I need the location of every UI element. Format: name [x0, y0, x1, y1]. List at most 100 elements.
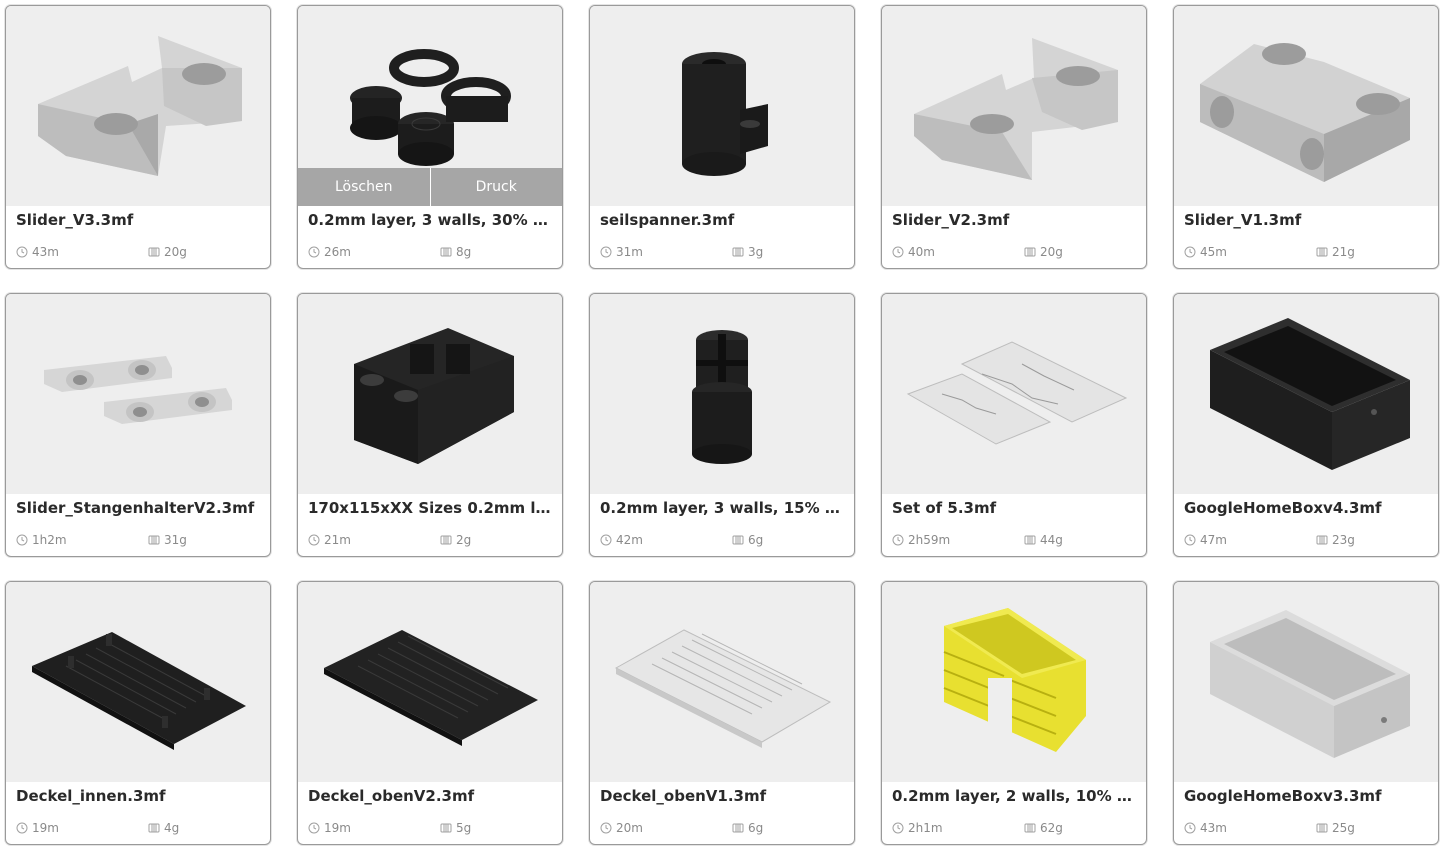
clock-icon	[308, 246, 320, 258]
print-time: 26m	[308, 245, 351, 259]
filament-weight-value: 20g	[1040, 245, 1063, 259]
print-time-value: 31m	[616, 245, 643, 259]
print-time-value: 2h1m	[908, 821, 943, 835]
model-thumbnail	[6, 294, 270, 494]
model-thumbnail	[6, 6, 270, 206]
filament-weight-value: 3g	[748, 245, 764, 259]
project-card[interactable]: GoogleHomeBoxv3.3mf 43m 25g	[1173, 581, 1439, 845]
model-thumbnail	[590, 582, 854, 782]
project-card[interactable]: Deckel_innen.3mf 19m 4g	[5, 581, 271, 845]
project-title: Slider_V2.3mf	[892, 211, 1010, 229]
filament-weight: 3g	[732, 245, 763, 259]
filament-weight-value: 25g	[1332, 821, 1355, 835]
filament-weight-value: 31g	[164, 533, 187, 547]
clock-icon	[600, 534, 612, 546]
filament-weight: 8g	[440, 245, 471, 259]
print-time-value: 45m	[1200, 245, 1227, 259]
filament-weight-icon	[1316, 247, 1328, 257]
print-time: 21m	[308, 533, 351, 547]
filament-weight: 4g	[148, 821, 179, 835]
project-card[interactable]: 170x115xXX Sizes 0.2mm laye… 21m 2g	[297, 293, 563, 557]
project-card[interactable]: Slider_V2.3mf 40m 20g	[881, 5, 1147, 269]
project-title: seilspanner.3mf	[600, 211, 735, 229]
print-time: 43m	[16, 245, 59, 259]
project-card[interactable]: 0.2mm layer, 3 walls, 15% infill… 42m 6g	[589, 293, 855, 557]
model-thumbnail	[1174, 582, 1438, 782]
project-card[interactable]: Deckel_obenV1.3mf 20m 6g	[589, 581, 855, 845]
project-card[interactable]: Deckel_obenV2.3mf 19m 5g	[297, 581, 563, 845]
project-card[interactable]: Löschen Druck 0.2mm layer, 3 walls, 30% …	[297, 5, 563, 269]
project-card[interactable]: seilspanner.3mf 31m 3g	[589, 5, 855, 269]
filament-weight-value: 21g	[1332, 245, 1355, 259]
print-button[interactable]: Druck	[429, 168, 563, 206]
project-title: 170x115xXX Sizes 0.2mm laye…	[308, 499, 552, 517]
filament-weight-icon	[148, 535, 160, 545]
filament-weight-icon	[440, 535, 452, 545]
project-title: Deckel_innen.3mf	[16, 787, 166, 805]
filament-weight-value: 6g	[748, 821, 764, 835]
print-time-value: 40m	[908, 245, 935, 259]
print-time: 19m	[16, 821, 59, 835]
filament-weight-icon	[1316, 823, 1328, 833]
print-time-value: 43m	[32, 245, 59, 259]
project-title: 0.2mm layer, 3 walls, 30% infill…	[308, 211, 552, 229]
print-time: 47m	[1184, 533, 1227, 547]
filament-weight-value: 6g	[748, 533, 764, 547]
filament-weight: 23g	[1316, 533, 1355, 547]
clock-icon	[892, 822, 904, 834]
project-title: Slider_V1.3mf	[1184, 211, 1302, 229]
print-time-value: 19m	[32, 821, 59, 835]
clock-icon	[1184, 534, 1196, 546]
clock-icon	[16, 534, 28, 546]
filament-weight-value: 2g	[456, 533, 472, 547]
print-time: 42m	[600, 533, 643, 547]
print-time: 2h59m	[892, 533, 950, 547]
model-thumbnail	[6, 582, 270, 782]
print-time: 1h2m	[16, 533, 67, 547]
print-time: 40m	[892, 245, 935, 259]
filament-weight: 31g	[148, 533, 187, 547]
filament-weight-value: 62g	[1040, 821, 1063, 835]
filament-weight-icon	[440, 823, 452, 833]
project-card[interactable]: 0.2mm layer, 2 walls, 10% infill… 2h1m 6…	[881, 581, 1147, 845]
project-card[interactable]: Slider_StangenhalterV2.3mf 1h2m 31g	[5, 293, 271, 557]
project-card[interactable]: GoogleHomeBoxv4.3mf 47m 23g	[1173, 293, 1439, 557]
filament-weight-icon	[732, 535, 744, 545]
filament-weight: 21g	[1316, 245, 1355, 259]
project-card[interactable]: Slider_V3.3mf 43m 20g	[5, 5, 271, 269]
filament-weight-value: 20g	[164, 245, 187, 259]
clock-icon	[892, 246, 904, 258]
print-time-value: 47m	[1200, 533, 1227, 547]
model-thumbnail	[590, 294, 854, 494]
print-time-value: 21m	[324, 533, 351, 547]
print-time-value: 26m	[324, 245, 351, 259]
filament-weight-icon	[1024, 247, 1036, 257]
clock-icon	[600, 822, 612, 834]
model-thumbnail: Löschen Druck	[298, 6, 562, 206]
filament-weight-icon	[148, 823, 160, 833]
print-time: 19m	[308, 821, 351, 835]
print-time-value: 19m	[324, 821, 351, 835]
print-time-value: 43m	[1200, 821, 1227, 835]
clock-icon	[308, 534, 320, 546]
filament-weight-icon	[732, 247, 744, 257]
project-title: 0.2mm layer, 3 walls, 15% infill…	[600, 499, 844, 517]
clock-icon	[600, 246, 612, 258]
filament-weight: 20g	[148, 245, 187, 259]
filament-weight: 25g	[1316, 821, 1355, 835]
filament-weight-icon	[440, 247, 452, 257]
clock-icon	[16, 822, 28, 834]
clock-icon	[1184, 822, 1196, 834]
filament-weight: 62g	[1024, 821, 1063, 835]
project-title: GoogleHomeBoxv3.3mf	[1184, 787, 1382, 805]
project-title: Deckel_obenV1.3mf	[600, 787, 767, 805]
project-title: Set of 5.3mf	[892, 499, 997, 517]
clock-icon	[16, 246, 28, 258]
project-card[interactable]: Slider_V1.3mf 45m 21g	[1173, 5, 1439, 269]
delete-button[interactable]: Löschen	[298, 168, 430, 206]
project-card[interactable]: Set of 5.3mf 2h59m 44g	[881, 293, 1147, 557]
filament-weight-value: 44g	[1040, 533, 1063, 547]
print-time-value: 42m	[616, 533, 643, 547]
filament-weight: 20g	[1024, 245, 1063, 259]
filament-weight: 2g	[440, 533, 471, 547]
